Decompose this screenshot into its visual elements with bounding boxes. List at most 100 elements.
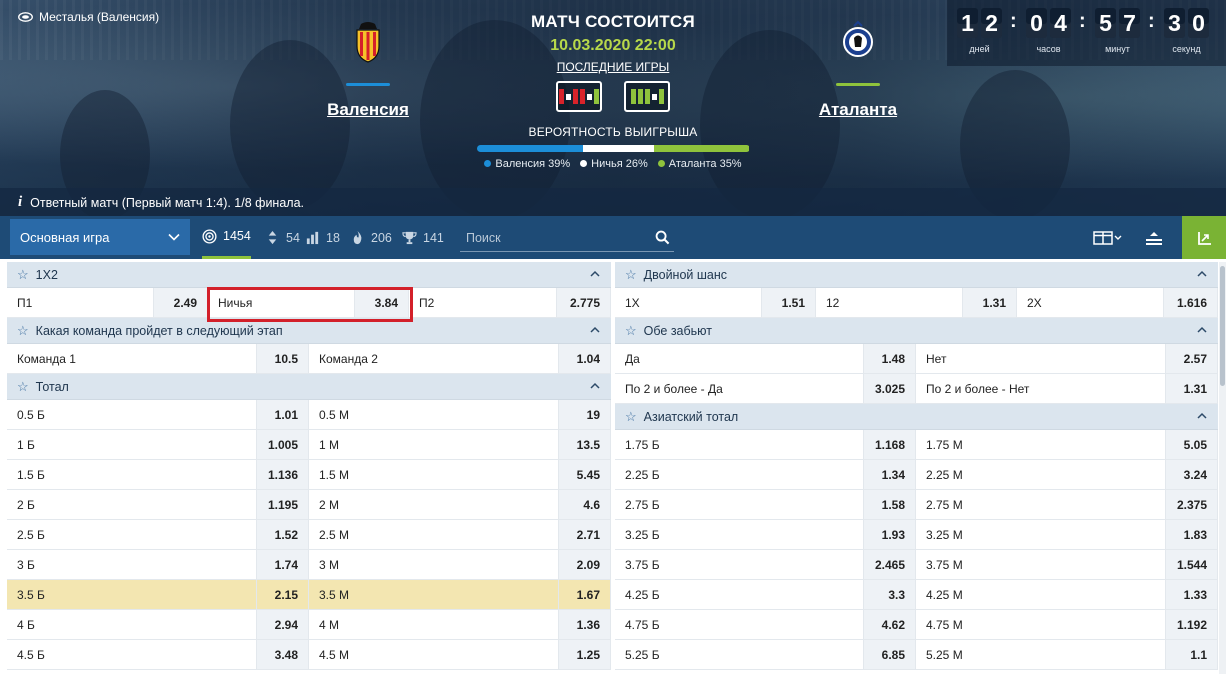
odds-value[interactable]: 1.33: [1165, 580, 1217, 609]
chevron-up-icon[interactable]: [1196, 410, 1208, 422]
odds-cell[interactable]: 4 Б 2.94: [7, 610, 309, 639]
odds-value[interactable]: 1.67: [558, 580, 610, 609]
odds-value[interactable]: 2.49: [153, 288, 207, 317]
odds-value[interactable]: 3.3: [863, 580, 915, 609]
chevron-up-icon[interactable]: [589, 324, 601, 336]
odds-value[interactable]: 1.51: [761, 288, 815, 317]
chevron-up-icon[interactable]: [1196, 324, 1208, 336]
odds-value[interactable]: 1.168: [863, 430, 915, 459]
odds-value[interactable]: 1.25: [558, 640, 610, 669]
collapse-all-button[interactable]: [1136, 216, 1172, 259]
odds-cell[interactable]: 0.5 М 19: [309, 400, 611, 429]
odds-cell[interactable]: 2.5 Б 1.52: [7, 520, 309, 549]
odds-value[interactable]: 2.15: [256, 580, 308, 609]
odds-cell[interactable]: 3 М 2.09: [309, 550, 611, 579]
odds-cell[interactable]: 2X 1.616: [1017, 288, 1218, 317]
odds-value[interactable]: 2.57: [1165, 344, 1217, 373]
odds-cell[interactable]: 0.5 Б 1.01: [7, 400, 309, 429]
away-team-link[interactable]: Аталанта: [798, 100, 918, 120]
odds-value[interactable]: 10.5: [256, 344, 308, 373]
chevron-up-icon[interactable]: [1196, 268, 1208, 280]
layout-toggle-button[interactable]: [1088, 216, 1128, 259]
odds-cell[interactable]: 3.25 М 1.83: [916, 520, 1218, 549]
odds-cell[interactable]: Нет 2.57: [916, 344, 1218, 373]
odds-cell[interactable]: Ничья 3.84: [208, 288, 409, 317]
tab-all-markets[interactable]: 1454: [202, 216, 251, 259]
odds-value[interactable]: 2.465: [863, 550, 915, 579]
odds-value[interactable]: 2.375: [1165, 490, 1217, 519]
odds-value[interactable]: 19: [558, 400, 610, 429]
odds-cell[interactable]: Команда 1 10.5: [7, 344, 309, 373]
home-form-button[interactable]: [556, 81, 602, 112]
odds-cell[interactable]: 2.25 М 3.24: [916, 460, 1218, 489]
star-icon[interactable]: ☆: [17, 379, 29, 395]
odds-value[interactable]: 1.01: [256, 400, 308, 429]
odds-cell[interactable]: 4.75 Б 4.62: [615, 610, 916, 639]
odds-cell[interactable]: 1 Б 1.005: [7, 430, 309, 459]
odds-value[interactable]: 4.62: [863, 610, 915, 639]
odds-value[interactable]: 13.5: [558, 430, 610, 459]
away-form-button[interactable]: [624, 81, 670, 112]
market-header[interactable]: ☆ Тотал: [7, 374, 611, 400]
chevron-up-icon[interactable]: [589, 268, 601, 280]
odds-cell[interactable]: 2.75 Б 1.58: [615, 490, 916, 519]
tab-special[interactable]: 141: [402, 216, 444, 259]
market-header[interactable]: ☆ Азиатский тотал: [615, 404, 1218, 430]
odds-cell[interactable]: 1.5 Б 1.136: [7, 460, 309, 489]
tab-handicaps[interactable]: 54: [265, 216, 300, 259]
odds-cell[interactable]: По 2 и более - Да 3.025: [615, 374, 916, 403]
odds-value[interactable]: 1.1: [1165, 640, 1217, 669]
odds-cell[interactable]: 4.75 М 1.192: [916, 610, 1218, 639]
odds-cell[interactable]: Да 1.48: [615, 344, 916, 373]
odds-value[interactable]: 6.85: [863, 640, 915, 669]
odds-value[interactable]: 1.136: [256, 460, 308, 489]
odds-value[interactable]: 1.31: [1165, 374, 1217, 403]
odds-cell[interactable]: 12 1.31: [816, 288, 1017, 317]
star-icon[interactable]: ☆: [17, 323, 29, 339]
odds-cell[interactable]: 4.25 М 1.33: [916, 580, 1218, 609]
odds-cell[interactable]: П1 2.49: [7, 288, 208, 317]
odds-value[interactable]: 1.195: [256, 490, 308, 519]
odds-value[interactable]: 2.09: [558, 550, 610, 579]
odds-value[interactable]: 1.34: [863, 460, 915, 489]
odds-cell[interactable]: 1.5 М 5.45: [309, 460, 611, 489]
odds-value[interactable]: 3.025: [863, 374, 915, 403]
odds-value[interactable]: 1.31: [962, 288, 1016, 317]
market-header[interactable]: ☆ Двойной шанс: [615, 262, 1218, 288]
odds-value[interactable]: 1.192: [1165, 610, 1217, 639]
market-header[interactable]: ☆ Обе забьют: [615, 318, 1218, 344]
odds-value[interactable]: 1.52: [256, 520, 308, 549]
search-icon[interactable]: [655, 230, 670, 245]
tab-statistics[interactable]: 18: [305, 216, 340, 259]
tab-popular[interactable]: 206: [350, 216, 392, 259]
odds-value[interactable]: 1.48: [863, 344, 915, 373]
odds-cell[interactable]: 5.25 Б 6.85: [615, 640, 916, 669]
last-games-link[interactable]: ПОСЛЕДНИЕ ИГРЫ: [557, 60, 670, 74]
odds-cell[interactable]: 4.5 Б 3.48: [7, 640, 309, 669]
odds-cell[interactable]: 2.75 М 2.375: [916, 490, 1218, 519]
odds-value[interactable]: 5.05: [1165, 430, 1217, 459]
odds-value[interactable]: 3.84: [354, 288, 408, 317]
odds-value[interactable]: 1.36: [558, 610, 610, 639]
odds-value[interactable]: 1.04: [558, 344, 610, 373]
star-icon[interactable]: ☆: [17, 267, 29, 283]
odds-cell[interactable]: 3.75 М 1.544: [916, 550, 1218, 579]
odds-value[interactable]: 1.93: [863, 520, 915, 549]
odds-cell[interactable]: По 2 и более - Нет 1.31: [916, 374, 1218, 403]
odds-cell[interactable]: 3.5 М 1.67: [309, 580, 611, 609]
odds-cell[interactable]: 3.5 Б 2.15: [7, 580, 309, 609]
odds-value[interactable]: 3.48: [256, 640, 308, 669]
odds-cell[interactable]: 3.25 Б 1.93: [615, 520, 916, 549]
odds-cell[interactable]: 2 М 4.6: [309, 490, 611, 519]
odds-cell[interactable]: 1 М 13.5: [309, 430, 611, 459]
odds-cell[interactable]: 2 Б 1.195: [7, 490, 309, 519]
odds-value[interactable]: 1.58: [863, 490, 915, 519]
odds-value[interactable]: 4.6: [558, 490, 610, 519]
odds-value[interactable]: 1.005: [256, 430, 308, 459]
odds-cell[interactable]: 2.25 Б 1.34: [615, 460, 916, 489]
search-input[interactable]: [466, 230, 636, 245]
odds-cell[interactable]: 1.75 Б 1.168: [615, 430, 916, 459]
scrollbar-thumb[interactable]: [1220, 266, 1225, 386]
odds-cell[interactable]: 4.25 Б 3.3: [615, 580, 916, 609]
chevron-up-icon[interactable]: [589, 380, 601, 392]
